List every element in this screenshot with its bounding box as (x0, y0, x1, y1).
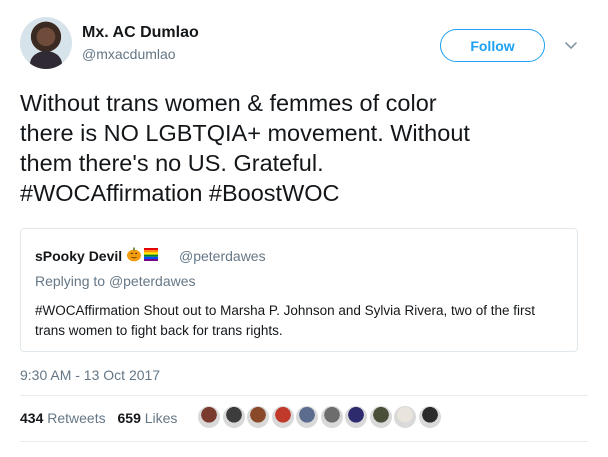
quoted-tweet-author-name: sPooky Devil (35, 248, 123, 264)
quoted-tweet-line: #WOCAffirmation Shout out to Marsha P. J… (35, 303, 535, 318)
tweet-text: Without trans women & femmes of color th… (20, 88, 590, 208)
tweet-line-hashtags[interactable]: #WOCAffirmation #BoostWOC (20, 178, 590, 208)
tweet-line: there is NO LGBTQIA+ movement. Without (20, 120, 470, 146)
quoted-tweet-text: #WOCAffirmation Shout out to Marsha P. J… (35, 301, 570, 341)
replying-to-handle-link[interactable]: @peterdawes (109, 273, 196, 289)
liker-avatar-1[interactable] (197, 405, 221, 429)
tweet-stats: 434 Retweets 659 Likes (20, 410, 177, 426)
retweets-count: 434 (20, 410, 44, 426)
liker-avatar-3[interactable] (246, 405, 270, 429)
retweets-label: Retweets (47, 410, 106, 426)
likes-count: 659 (117, 410, 141, 426)
liker-avatar-6[interactable] (319, 405, 344, 429)
liker-avatar-9[interactable] (393, 405, 417, 429)
likes-stat[interactable]: 659 Likes (118, 410, 178, 426)
divider (20, 441, 588, 442)
jack-o-lantern-emoji (127, 247, 141, 262)
tweet-timestamp[interactable]: 9:30 AM - 13 Oct 2017 (20, 367, 160, 383)
quoted-tweet-author-handle: @peterdawes (179, 248, 266, 264)
tweet-line: Without trans women & femmes of color (20, 90, 437, 116)
author-name[interactable]: Mx. AC Dumlao (82, 24, 199, 42)
likes-label: Likes (144, 410, 178, 426)
retweets-stat[interactable]: 434 Retweets (20, 410, 106, 426)
quoted-tweet-line: trans women to fight back for trans righ… (35, 323, 283, 338)
follow-button[interactable]: Follow (440, 29, 545, 62)
quoted-tweet-replying-to: Replying to @peterdawes (35, 273, 196, 289)
liker-avatar-10[interactable] (417, 405, 442, 429)
liker-avatar-2[interactable] (221, 405, 246, 429)
liker-avatar-5[interactable] (295, 405, 319, 429)
rainbow-flag-emoji (144, 248, 158, 261)
liker-avatar-7[interactable] (344, 405, 368, 429)
quoted-tweet-card[interactable]: sPooky Devil @peterdawes Replying to @pe… (20, 228, 578, 352)
divider (20, 395, 588, 396)
tweet-line: them there's no US. Grateful. (20, 150, 324, 176)
chevron-down-icon[interactable] (564, 38, 578, 52)
author-handle[interactable]: @mxacdumlao (82, 46, 176, 62)
author-avatar[interactable] (20, 17, 72, 69)
liker-avatar-4[interactable] (270, 405, 295, 429)
liker-avatar-8[interactable] (368, 405, 393, 429)
replying-to-prefix: Replying to (35, 273, 106, 289)
